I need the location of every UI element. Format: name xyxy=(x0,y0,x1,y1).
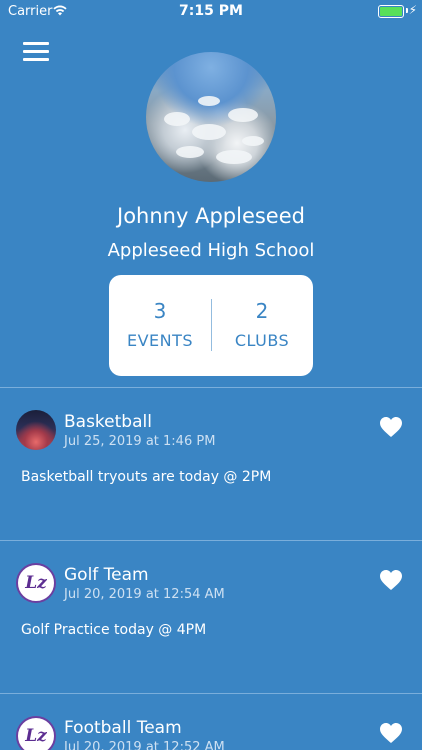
club-logo-avatar: Lz xyxy=(16,716,56,750)
status-time: 7:15 PM xyxy=(179,3,243,19)
hamburger-menu-icon[interactable] xyxy=(23,42,49,62)
feed-item-title: Football Team xyxy=(64,718,182,738)
profile-name: Johnny Appleseed xyxy=(117,204,305,228)
stat-events[interactable]: 3 EVENTS xyxy=(109,275,211,376)
feed-item-date: Jul 20, 2019 at 12:54 AM xyxy=(64,587,225,602)
stat-events-value: 3 xyxy=(153,299,167,323)
feed-item-basketball[interactable]: Basketball Jul 25, 2019 at 1:46 PM Baske… xyxy=(0,388,422,540)
feed-item-title: Golf Team xyxy=(64,565,149,585)
feed-item-football[interactable]: Lz Football Team Jul 20, 2019 at 12:52 A… xyxy=(0,694,422,750)
stats-card: 3 EVENTS 2 CLUBS xyxy=(109,275,313,376)
heart-icon[interactable] xyxy=(379,722,403,744)
feed-item-body: Basketball tryouts are today @ 2PM xyxy=(21,469,272,485)
feed-item-golf[interactable]: Lz Golf Team Jul 20, 2019 at 12:54 AM Go… xyxy=(0,541,422,693)
club-logo-avatar: Lz xyxy=(16,563,56,603)
feed-item-title: Basketball xyxy=(64,412,152,432)
feed-item-date: Jul 20, 2019 at 12:52 AM xyxy=(64,740,225,750)
stat-clubs-label: CLUBS xyxy=(234,331,290,350)
profile-school: Appleseed High School xyxy=(107,240,315,261)
status-bar: Carrier 7:15 PM ⚡ xyxy=(0,0,422,24)
battery-icon xyxy=(378,5,404,18)
club-avatar xyxy=(16,410,56,450)
feed-item-date: Jul 25, 2019 at 1:46 PM xyxy=(64,434,216,449)
feed-item-body: Golf Practice today @ 4PM xyxy=(21,622,207,638)
club-logo-icon: Lz xyxy=(25,726,47,746)
profile-avatar[interactable] xyxy=(146,52,276,182)
stat-clubs[interactable]: 2 CLUBS xyxy=(211,275,313,376)
charging-icon: ⚡ xyxy=(408,3,417,17)
heart-icon[interactable] xyxy=(379,569,403,591)
stat-clubs-value: 2 xyxy=(255,299,269,323)
heart-icon[interactable] xyxy=(379,416,403,438)
stat-events-label: EVENTS xyxy=(126,331,194,350)
club-logo-icon: Lz xyxy=(25,573,47,593)
